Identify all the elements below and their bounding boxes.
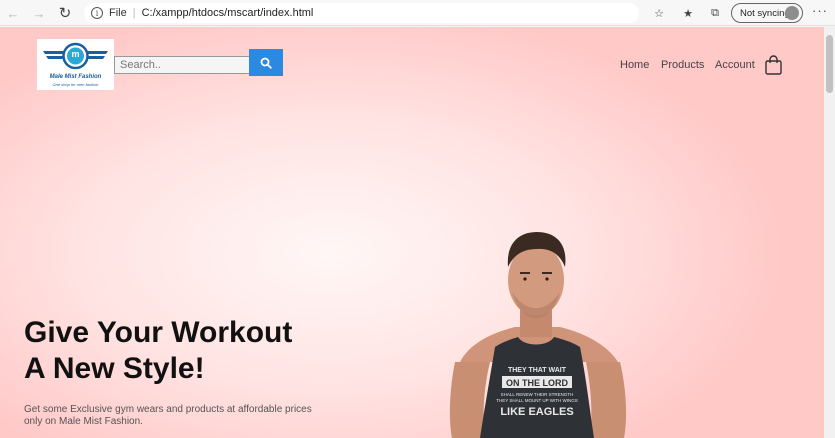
scrollbar-thumb[interactable]: [826, 35, 833, 93]
hero-title: Give Your Workout A New Style!: [24, 315, 344, 387]
file-label: File: [109, 7, 127, 19]
info-icon[interactable]: i: [91, 7, 103, 19]
hero-title-line1: Give Your Workout: [24, 316, 293, 349]
collections-icon[interactable]: ⧉: [707, 5, 723, 21]
shirt-text-line3: SHALL RENEW THEIR STRENGTH: [501, 392, 574, 397]
shirt-text-line2: ON THE LORD: [506, 378, 568, 388]
nav-products[interactable]: Products: [661, 59, 704, 71]
page-scrollbar[interactable]: [824, 27, 835, 438]
search-input[interactable]: [114, 56, 250, 74]
cart-bag-icon[interactable]: [765, 55, 782, 80]
address-separator: |: [132, 7, 136, 19]
profile-avatar: [785, 6, 799, 20]
back-icon[interactable]: ←: [4, 4, 22, 22]
logo-letter: m: [71, 49, 80, 59]
favorites-icon[interactable]: ★: [680, 5, 696, 21]
site-logo[interactable]: m Male Mist Fashion One shop for men fas…: [37, 39, 114, 90]
hero-subtitle: Get some Exclusive gym wears and product…: [24, 404, 312, 427]
shirt-text-line5: LIKE EAGLES: [500, 406, 573, 418]
logo-brand-text: Male Mist Fashion: [49, 74, 102, 80]
nav-home[interactable]: Home: [620, 59, 649, 71]
sync-label: Not syncing: [740, 7, 790, 19]
reload-icon[interactable]: ↻: [56, 4, 74, 22]
logo-tagline: One shop for men fashion: [52, 82, 99, 87]
forward-icon[interactable]: →: [30, 4, 48, 22]
url-text: C:/xampp/htdocs/mscart/index.html: [141, 7, 314, 19]
nav-account[interactable]: Account: [715, 59, 755, 71]
page-viewport: m Male Mist Fashion One shop for men fas…: [0, 27, 824, 438]
search-button[interactable]: [249, 49, 283, 76]
search-icon: [260, 57, 272, 69]
shirt-text-line1: THEY THAT WAIT: [508, 367, 567, 374]
more-menu-icon[interactable]: ···: [812, 3, 828, 18]
address-bar[interactable]: i File | C:/xampp/htdocs/mscart/index.ht…: [84, 3, 639, 23]
hero-title-line2: A New Style!: [24, 352, 205, 385]
profile-sync-button[interactable]: Not syncing: [731, 3, 803, 23]
shirt-text-line4: THEY SHALL MOUNT UP WITH WINGS: [496, 398, 578, 403]
browser-toolbar: ← → ↻ i File | C:/xampp/htdocs/mscart/in…: [0, 0, 835, 26]
add-favorite-icon[interactable]: ☆: [651, 5, 667, 21]
hero-model-image: THEY THAT WAIT ON THE LORD SHALL RENEW T…: [449, 232, 627, 438]
